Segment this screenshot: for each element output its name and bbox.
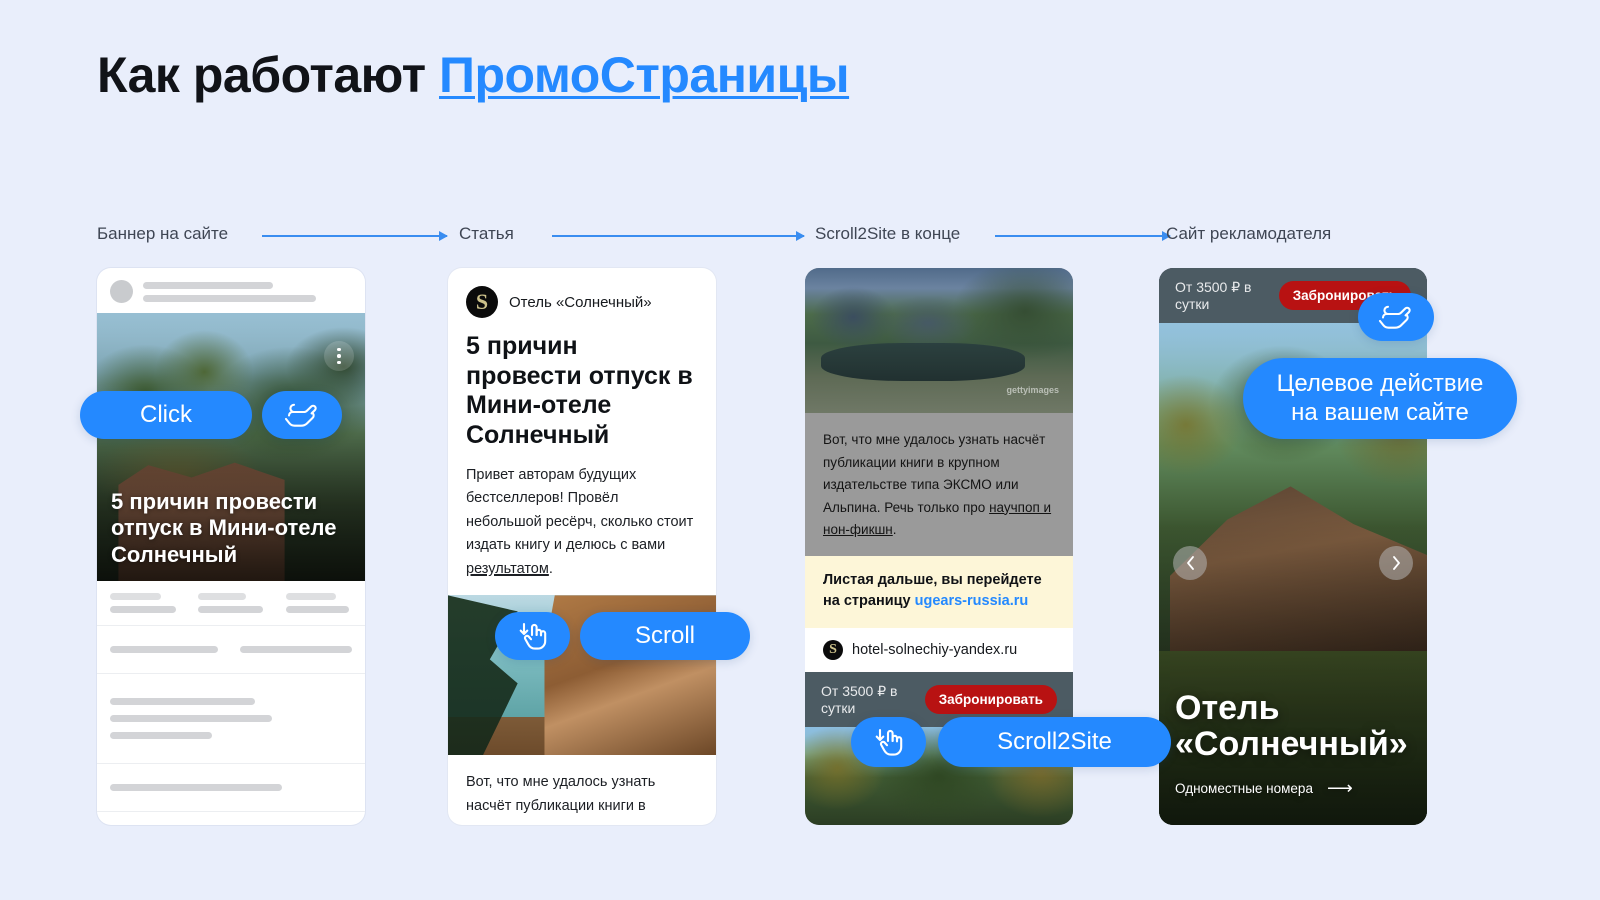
phone-banner-mockup: 5 причин провести отпуск в Мини-отеле Со…	[97, 268, 365, 825]
pill-click[interactable]: Click	[80, 391, 252, 439]
hero-title-line-2: «Солнечный»	[1175, 725, 1408, 764]
pill-target-action[interactable]: Целевое действие на вашем сайте	[1243, 358, 1517, 439]
step-label-article: Статья	[459, 224, 514, 243]
scroll-down-hand-icon[interactable]	[495, 612, 570, 660]
article-body-2: Вот, что мне удалось узнать насчёт публи…	[466, 774, 656, 825]
step-label-banner: Баннер на сайте	[97, 224, 229, 243]
skeleton-block	[97, 581, 365, 626]
kebab-menu-icon[interactable]	[324, 341, 354, 371]
carousel-prev-button[interactable]	[1173, 546, 1207, 580]
book-button[interactable]: Забронировать	[924, 684, 1057, 714]
site-favicon-icon: S	[823, 639, 843, 660]
article-header: S Отель «Солнечный»	[448, 268, 716, 322]
pill-scroll2site[interactable]: Scroll2Site	[938, 717, 1171, 767]
skeleton-block	[97, 626, 365, 674]
arrow-right-icon: ⟶	[1326, 778, 1353, 798]
scroll2site-photo: gettyimages	[805, 268, 1073, 413]
tap-hand-icon[interactable]	[1358, 293, 1434, 341]
step-arrow-3	[995, 231, 1171, 241]
pill-target-action-line-2: на вашем сайте	[1291, 398, 1469, 426]
notice-line-1: Листая дальше, вы перейдете	[823, 571, 1042, 588]
page-title-plain: Как работают	[97, 47, 440, 103]
skeleton-block	[97, 674, 365, 764]
carousel-next-button[interactable]	[1379, 546, 1413, 580]
article-brand: Отель «Солнечный»	[509, 293, 652, 311]
banner-headline: 5 причин провести отпуск в Мини-отеле Со…	[111, 488, 337, 567]
notice-link[interactable]: ugears-russia.ru	[915, 593, 1029, 609]
phone-advertiser-site-mockup: От 3500 ₽ в сутки Забронировать Отель «С…	[1159, 268, 1427, 825]
address-bar[interactable]: S hotel-solnechiy-yandex.ru	[805, 627, 1073, 672]
hero-title-line-1: Отель	[1175, 688, 1280, 727]
chevron-right-icon	[1392, 556, 1400, 570]
notice-line-2-prefix: на страницу	[823, 592, 915, 609]
address-bar-url: hotel-solnechiy-yandex.ru	[852, 641, 1018, 658]
article-body-tail: .	[548, 560, 553, 577]
page-title: Как работают ПромоСтраницы	[97, 46, 850, 104]
step-arrow-2	[552, 231, 805, 241]
page-title-accent: ПромоСтраницы	[439, 47, 850, 103]
card-header	[97, 268, 365, 313]
brand-logo-icon: S	[466, 286, 498, 318]
article-body: Привет авторам будущих бестселлеров! Про…	[448, 450, 716, 595]
tap-hand-icon[interactable]	[262, 391, 342, 439]
article-body-link[interactable]: результатом	[466, 561, 549, 577]
price-label: От 3500 ₽ в сутки	[821, 682, 898, 716]
scroll-down-hand-icon[interactable]	[851, 717, 926, 767]
hero-subtitle-text: Одноместные номера	[1175, 781, 1313, 796]
hero-subtitle[interactable]: Одноместные номера ⟶	[1175, 778, 1353, 799]
article-headline: 5 причин провести отпуск в Мини-отеле Со…	[466, 332, 693, 449]
article-body-text: Привет авторам будущих бестселлеров! Про…	[466, 467, 694, 554]
photo-lake	[821, 343, 1025, 382]
pill-target-action-line-1: Целевое действие	[1276, 370, 1484, 398]
skeleton-block	[97, 764, 365, 812]
infographic-page: Как работают ПромоСтраницы Баннер на сай…	[0, 0, 1600, 900]
scroll2site-text: Вот, что мне удалось узнать насчёт публи…	[805, 413, 1073, 556]
step-label-scroll2site: Scroll2Site в конце	[815, 224, 961, 243]
scroll2site-text-tail: .	[892, 522, 897, 538]
skeleton-block	[97, 812, 365, 825]
chevron-left-icon	[1186, 556, 1194, 570]
step-label-advertiser: Сайт рекламодателя	[1166, 224, 1332, 243]
price-label: От 3500 ₽ в сутки	[1175, 279, 1252, 312]
photo-watermark: gettyimages	[1006, 385, 1059, 395]
step-arrow-1	[262, 231, 448, 241]
banner-image[interactable]: 5 причин провести отпуск в Мини-отеле Со…	[97, 313, 365, 581]
pill-scroll[interactable]: Scroll	[580, 612, 750, 660]
skeleton-line	[143, 281, 273, 289]
step-flow: Баннер на сайте Статья Scroll2Site в кон…	[97, 224, 1517, 248]
avatar	[110, 280, 133, 303]
hero-title: Отель «Солнечный»	[1175, 688, 1411, 764]
scroll2site-notice: Листая дальше, вы перейдете на страницу …	[805, 555, 1073, 628]
phone-article-mockup: S Отель «Солнечный» 5 причин провести от…	[448, 268, 716, 825]
skeleton-line	[143, 294, 317, 302]
